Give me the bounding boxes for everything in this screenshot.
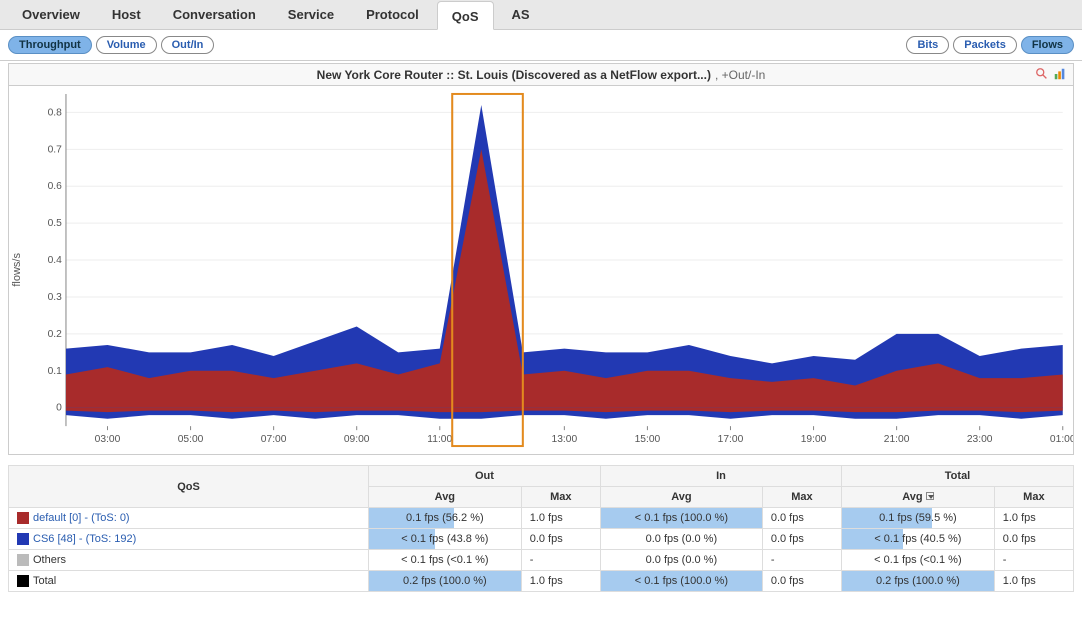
svg-text:07:00: 07:00 bbox=[261, 434, 287, 445]
chart-title-bar: New York Core Router :: St. Louis (Disco… bbox=[8, 63, 1074, 85]
chart-container: New York Core Router :: St. Louis (Disco… bbox=[0, 61, 1082, 459]
cell-total_max: 0.0 fps bbox=[994, 529, 1073, 550]
cell-total_avg: < 0.1 fps (40.5 %) bbox=[842, 529, 995, 550]
cell-in_max: 0.0 fps bbox=[762, 571, 841, 592]
svg-text:15:00: 15:00 bbox=[635, 434, 661, 445]
cell-in_avg: < 0.1 fps (100.0 %) bbox=[600, 571, 762, 592]
svg-text:05:00: 05:00 bbox=[178, 434, 204, 445]
cell-in_avg: < 0.1 fps (100.0 %) bbox=[600, 508, 762, 529]
col-total-avg[interactable]: Avg bbox=[842, 487, 995, 508]
cell-out_max: 1.0 fps bbox=[521, 508, 600, 529]
svg-text:0: 0 bbox=[56, 403, 62, 414]
table-row: Total0.2 fps (100.0 %)1.0 fps< 0.1 fps (… bbox=[9, 571, 1074, 592]
pill-out-in[interactable]: Out/In bbox=[161, 36, 215, 54]
tab-conversation[interactable]: Conversation bbox=[159, 0, 270, 29]
svg-text:0.4: 0.4 bbox=[48, 255, 63, 266]
svg-text:0.6: 0.6 bbox=[48, 181, 63, 192]
pill-throughput[interactable]: Throughput bbox=[8, 36, 92, 54]
main-tabs: OverviewHostConversationServiceProtocolQ… bbox=[0, 0, 1082, 30]
series-swatch-icon bbox=[17, 512, 29, 524]
svg-text:0.1: 0.1 bbox=[48, 366, 63, 377]
cell-out_max: 1.0 fps bbox=[521, 571, 600, 592]
series-swatch-icon bbox=[17, 554, 29, 566]
tab-service[interactable]: Service bbox=[274, 0, 348, 29]
cell-in_max: - bbox=[762, 550, 841, 571]
pill-flows[interactable]: Flows bbox=[1021, 36, 1074, 54]
cell-in_avg: 0.0 fps (0.0 %) bbox=[600, 550, 762, 571]
chart-title-main: New York Core Router :: St. Louis (Disco… bbox=[317, 68, 711, 82]
cell-total_max: - bbox=[994, 550, 1073, 571]
col-group-out: Out bbox=[369, 466, 601, 487]
col-qos[interactable]: QoS bbox=[9, 466, 369, 508]
cell-in_max: 0.0 fps bbox=[762, 508, 841, 529]
cell-in_max: 0.0 fps bbox=[762, 529, 841, 550]
svg-text:19:00: 19:00 bbox=[801, 434, 827, 445]
qos-label-cell: Others bbox=[9, 550, 369, 571]
tab-overview[interactable]: Overview bbox=[8, 0, 94, 29]
right-pill-group: BitsPacketsFlows bbox=[906, 36, 1074, 54]
pill-bits[interactable]: Bits bbox=[906, 36, 949, 54]
zoom-icon[interactable] bbox=[1035, 67, 1049, 81]
svg-text:23:00: 23:00 bbox=[967, 434, 993, 445]
table-row: Others< 0.1 fps (<0.1 %)-0.0 fps (0.0 %)… bbox=[9, 550, 1074, 571]
cell-total_avg: 0.1 fps (59.5 %) bbox=[842, 508, 995, 529]
col-out-avg[interactable]: Avg bbox=[369, 487, 522, 508]
qos-table: QoSOutInTotalAvgMaxAvgMaxAvgMaxdefault [… bbox=[8, 465, 1074, 592]
cell-out_avg: 0.2 fps (100.0 %) bbox=[369, 571, 522, 592]
cell-total_avg: < 0.1 fps (<0.1 %) bbox=[842, 550, 995, 571]
svg-text:0.8: 0.8 bbox=[48, 108, 63, 119]
qos-label-cell[interactable]: default [0] - (ToS: 0) bbox=[9, 508, 369, 529]
cell-out_max: - bbox=[521, 550, 600, 571]
table-row: default [0] - (ToS: 0)0.1 fps (56.2 %)1.… bbox=[9, 508, 1074, 529]
svg-text:0.5: 0.5 bbox=[48, 218, 63, 229]
table-row: CS6 [48] - (ToS: 192)< 0.1 fps (43.8 %)0… bbox=[9, 529, 1074, 550]
svg-text:11:00: 11:00 bbox=[427, 434, 452, 445]
tab-host[interactable]: Host bbox=[98, 0, 155, 29]
svg-text:17:00: 17:00 bbox=[718, 434, 744, 445]
tab-as[interactable]: AS bbox=[498, 0, 544, 29]
series-swatch-icon bbox=[17, 575, 29, 587]
qos-table-wrap: QoSOutInTotalAvgMaxAvgMaxAvgMaxdefault [… bbox=[0, 459, 1082, 598]
col-group-total: Total bbox=[842, 466, 1074, 487]
qos-label-cell[interactable]: CS6 [48] - (ToS: 192) bbox=[9, 529, 369, 550]
svg-text:0.3: 0.3 bbox=[48, 292, 63, 303]
col-out-max[interactable]: Max bbox=[521, 487, 600, 508]
chart-title-sub: , +Out/-In bbox=[715, 68, 765, 82]
svg-text:13:00: 13:00 bbox=[552, 434, 578, 445]
cell-out_avg: < 0.1 fps (<0.1 %) bbox=[369, 550, 522, 571]
left-pill-group: ThroughputVolumeOut/In bbox=[8, 36, 214, 54]
tab-qos[interactable]: QoS bbox=[437, 1, 494, 30]
cell-total_avg: 0.2 fps (100.0 %) bbox=[842, 571, 995, 592]
col-group-in: In bbox=[600, 466, 841, 487]
pill-packets[interactable]: Packets bbox=[953, 36, 1017, 54]
svg-text:21:00: 21:00 bbox=[884, 434, 910, 445]
export-chart-icon[interactable] bbox=[1053, 67, 1067, 81]
col-total-max[interactable]: Max bbox=[994, 487, 1073, 508]
sub-toolbar: ThroughputVolumeOut/In BitsPacketsFlows bbox=[0, 30, 1082, 61]
svg-text:0.7: 0.7 bbox=[48, 144, 63, 155]
chart-body: flows/s 0 0.1 0.2 0.3 0.4 0.5 0.6 0.7 0.8 03:00 05… bbox=[8, 85, 1074, 455]
svg-text:01:00: 01:00 bbox=[1050, 434, 1073, 445]
cell-out_avg: 0.1 fps (56.2 %) bbox=[369, 508, 522, 529]
col-in-max[interactable]: Max bbox=[762, 487, 841, 508]
chart-ylabel: flows/s bbox=[9, 253, 27, 287]
cell-out_max: 0.0 fps bbox=[521, 529, 600, 550]
col-in-avg[interactable]: Avg bbox=[600, 487, 762, 508]
qos-label-cell: Total bbox=[9, 571, 369, 592]
svg-text:03:00: 03:00 bbox=[95, 434, 121, 445]
cell-total_max: 1.0 fps bbox=[994, 571, 1073, 592]
tab-protocol[interactable]: Protocol bbox=[352, 0, 433, 29]
svg-text:09:00: 09:00 bbox=[344, 434, 370, 445]
cell-out_avg: < 0.1 fps (43.8 %) bbox=[369, 529, 522, 550]
cell-in_avg: 0.0 fps (0.0 %) bbox=[600, 529, 762, 550]
cell-total_max: 1.0 fps bbox=[994, 508, 1073, 529]
series-swatch-icon bbox=[17, 533, 29, 545]
chart-title-icons bbox=[1035, 67, 1067, 81]
sort-indicator-icon bbox=[926, 492, 934, 500]
svg-text:0.2: 0.2 bbox=[48, 329, 63, 340]
chart-canvas[interactable]: 0 0.1 0.2 0.3 0.4 0.5 0.6 0.7 0.8 03:00 05:00 07:00… bbox=[27, 86, 1073, 454]
pill-volume[interactable]: Volume bbox=[96, 36, 157, 54]
